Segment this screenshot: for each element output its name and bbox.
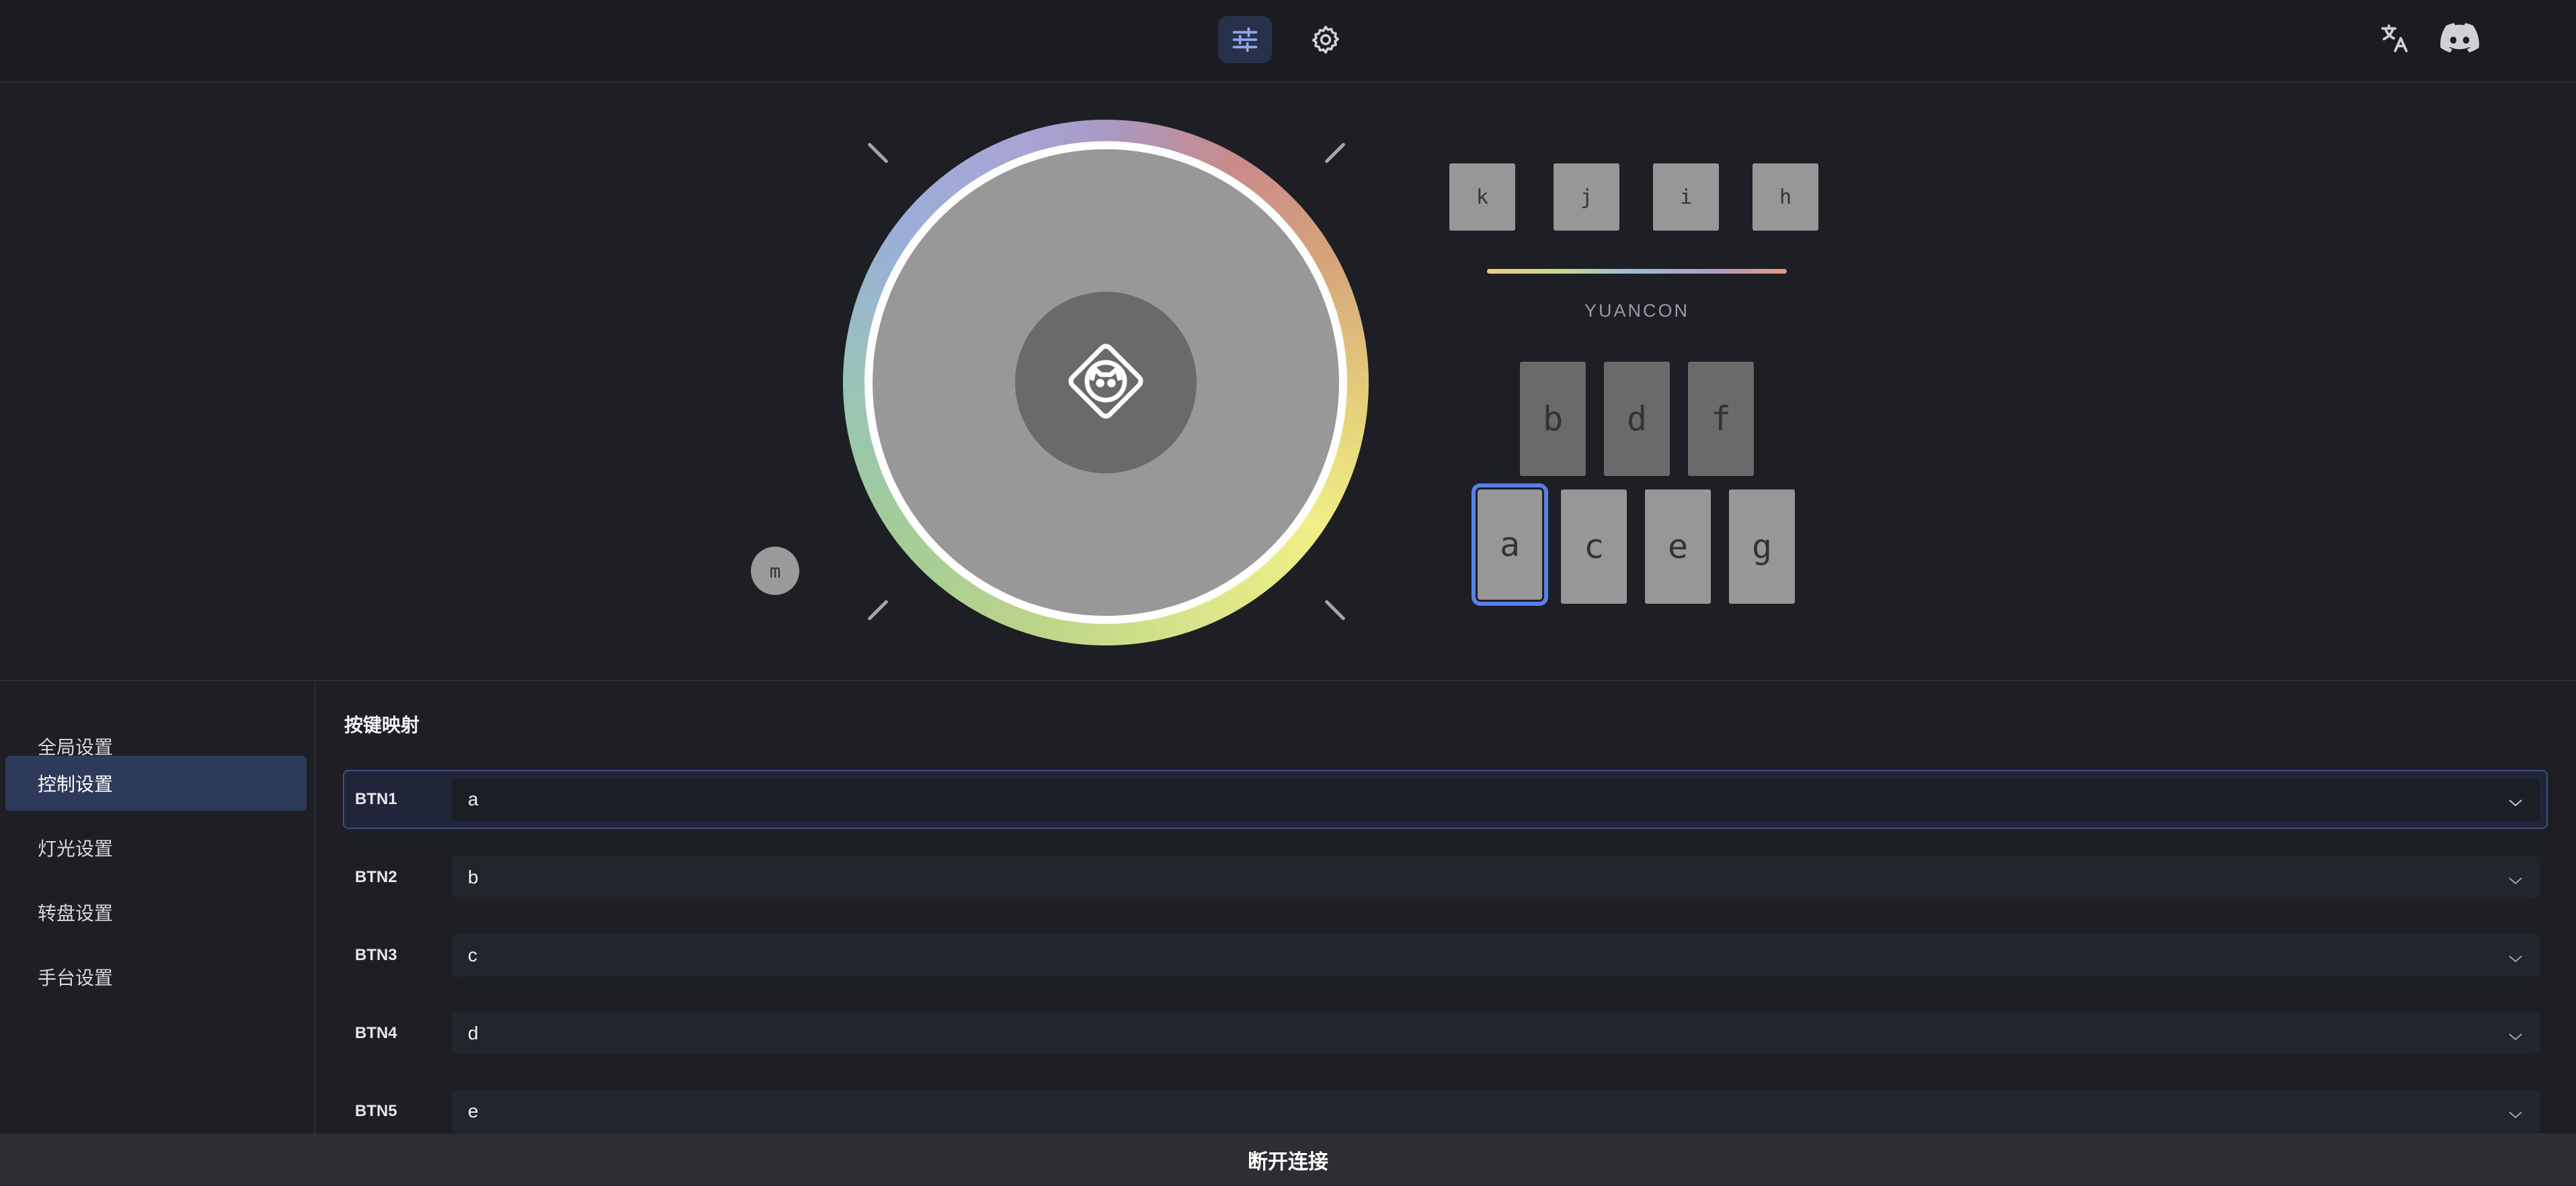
mapping-value: b — [468, 867, 479, 887]
sidebar-item-control[interactable]: 控制设置 — [5, 756, 307, 811]
chevron-down-icon — [2507, 871, 2524, 892]
key-a[interactable]: a — [1472, 483, 1548, 606]
chevron-down-icon — [2507, 1027, 2524, 1048]
mapping-select[interactable]: a — [452, 778, 2540, 821]
mapping-value: a — [468, 789, 479, 809]
sliders-icon — [1230, 25, 1260, 54]
light-bar — [1487, 269, 1787, 274]
mapping-row-btn1: BTN1 a — [343, 770, 2548, 829]
key-j[interactable]: j — [1554, 163, 1619, 231]
control-settings-panel: 按键映射 BTN1 a BTN2 b BTN3 c BTN4 d BTN5 e — [317, 682, 2576, 1134]
mapping-select[interactable]: b — [452, 856, 2540, 899]
mapping-value: d — [468, 1023, 479, 1043]
mapping-value: c — [468, 945, 477, 965]
sidebar-item-turntable[interactable]: 转盘设置 — [5, 885, 307, 940]
cat-diamond-logo-icon — [1059, 334, 1153, 432]
mapping-select[interactable]: d — [452, 1012, 2540, 1055]
key-b[interactable]: b — [1520, 362, 1586, 476]
sidebar-item-lighting[interactable]: 灯光设置 — [5, 820, 307, 875]
wheel-tick-top-left — [867, 142, 889, 164]
gear-icon — [1310, 24, 1342, 56]
section-title: 按键映射 — [344, 715, 420, 736]
settings-tab-button[interactable] — [1299, 16, 1353, 63]
mapping-label: BTN3 — [355, 946, 397, 964]
wheel-tick-bottom-right — [1324, 599, 1346, 621]
mapping-label: BTN5 — [355, 1102, 397, 1120]
settings-sidebar: 全局设置 控制设置 灯光设置 转盘设置 手台设置 — [0, 682, 316, 1134]
top-bar — [0, 0, 2576, 83]
mapping-value: e — [468, 1101, 479, 1121]
mapping-label: BTN2 — [355, 868, 397, 886]
brand-logo-text: YUANCON — [1584, 301, 1689, 321]
app-window: m k j i h YUANCON b d f a c e g 全局设置 控制设… — [0, 0, 2576, 1186]
chevron-down-icon — [2507, 949, 2524, 970]
mapping-label: BTN1 — [355, 790, 397, 808]
tuning-tab-button[interactable] — [1218, 16, 1272, 63]
chevron-down-icon — [2507, 793, 2524, 814]
discord-button[interactable] — [2435, 15, 2485, 62]
discord-icon — [2440, 23, 2479, 54]
wheel-tick-top-right — [1324, 142, 1346, 164]
mapping-label: BTN4 — [355, 1024, 397, 1042]
key-g[interactable]: g — [1729, 489, 1795, 604]
key-c[interactable]: c — [1561, 489, 1627, 604]
disconnect-button[interactable]: 断开连接 — [0, 1134, 2576, 1186]
mapping-select[interactable]: c — [452, 934, 2540, 977]
key-d[interactable]: d — [1604, 362, 1670, 476]
mapping-select[interactable]: e — [452, 1090, 2540, 1133]
language-button[interactable] — [2372, 15, 2419, 62]
mapping-row-btn5: BTN5 e — [343, 1082, 2548, 1134]
key-f[interactable]: f — [1688, 362, 1754, 476]
mapping-row-btn3: BTN3 c — [343, 926, 2548, 985]
chevron-down-icon — [2507, 1105, 2524, 1126]
translate-icon — [2378, 22, 2412, 55]
m-button[interactable]: m — [751, 547, 799, 595]
mapping-row-btn2: BTN2 b — [343, 848, 2548, 907]
key-e[interactable]: e — [1645, 489, 1711, 604]
sidebar-item-handheld[interactable]: 手台设置 — [5, 949, 307, 1004]
turntable-center — [1015, 292, 1197, 473]
key-k[interactable]: k — [1449, 163, 1515, 231]
wheel-tick-bottom-left — [867, 599, 889, 621]
key-i[interactable]: i — [1653, 163, 1719, 231]
key-h[interactable]: h — [1753, 163, 1818, 231]
mapping-row-btn4: BTN4 d — [343, 1004, 2548, 1063]
